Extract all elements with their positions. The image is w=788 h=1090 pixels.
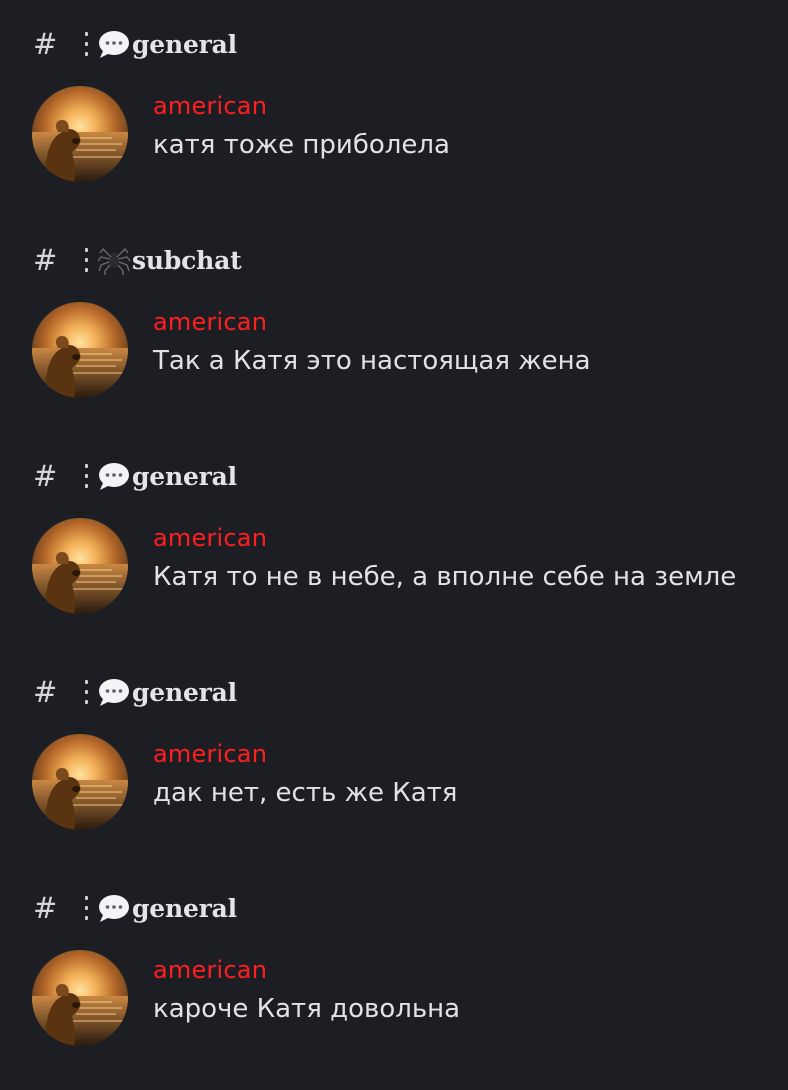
author-name[interactable]: american — [153, 90, 267, 122]
channel-name[interactable]: subchat — [132, 246, 242, 275]
channel-header[interactable]: # general — [33, 458, 237, 494]
search-result[interactable]: # subchat american Так а Катя это настоя… — [0, 216, 788, 432]
avatar[interactable] — [32, 86, 128, 182]
channel-name[interactable]: general — [132, 678, 237, 707]
avatar[interactable] — [32, 950, 128, 1046]
hashtag-icon: # — [33, 27, 58, 61]
message-text: дак нет, есть же Катя — [153, 778, 458, 808]
channel-separator-icon — [85, 680, 89, 704]
message-text: Так а Катя это настоящая жена — [153, 346, 591, 376]
channel-name[interactable]: general — [132, 30, 237, 59]
hashtag-icon: # — [33, 459, 58, 493]
avatar[interactable] — [32, 734, 128, 830]
author-name[interactable]: american — [153, 738, 267, 770]
author-name[interactable]: american — [153, 306, 267, 338]
channel-header[interactable]: # general — [33, 26, 237, 62]
message-text: Катя то не в небе, а вполне себе на земл… — [153, 562, 737, 592]
channel-name[interactable]: general — [132, 894, 237, 923]
channel-separator-icon — [85, 464, 89, 488]
channel-separator-icon — [85, 248, 89, 272]
speech-bubble-icon — [97, 461, 131, 491]
spider-icon — [97, 245, 131, 275]
message-text: кароче Катя довольна — [153, 994, 461, 1024]
message-text: катя тоже приболела — [153, 130, 450, 160]
channel-header[interactable]: # general — [33, 674, 237, 710]
speech-bubble-icon — [97, 893, 131, 923]
channel-header[interactable]: # subchat — [33, 242, 242, 278]
author-name[interactable]: american — [153, 522, 267, 554]
author-name[interactable]: american — [153, 954, 267, 986]
channel-header[interactable]: # general — [33, 890, 237, 926]
search-result[interactable]: # general american дак нет, есть же Катя — [0, 648, 788, 864]
channel-separator-icon — [85, 32, 89, 56]
speech-bubble-icon — [97, 677, 131, 707]
hashtag-icon: # — [33, 243, 58, 277]
hashtag-icon: # — [33, 891, 58, 925]
search-result[interactable]: # general american кароче Катя довольна — [0, 864, 788, 1080]
avatar[interactable] — [32, 518, 128, 614]
speech-bubble-icon — [97, 29, 131, 59]
hashtag-icon: # — [33, 675, 58, 709]
channel-name[interactable]: general — [132, 462, 237, 491]
search-result[interactable]: # general american катя тоже приболела — [0, 0, 788, 216]
channel-separator-icon — [85, 896, 89, 920]
search-result[interactable]: # general american Катя то не в небе, а … — [0, 432, 788, 648]
avatar[interactable] — [32, 302, 128, 398]
search-results-feed: # general american катя тоже приболела #… — [0, 0, 788, 1090]
